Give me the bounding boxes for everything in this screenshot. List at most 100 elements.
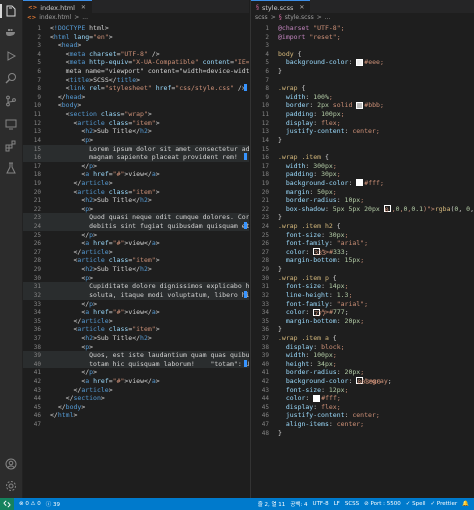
- line-ending[interactable]: LF: [334, 501, 340, 507]
- code-line[interactable]: 36 <article class="item">: [23, 325, 249, 334]
- code-line[interactable]: 20 margin: 50px;: [251, 188, 474, 197]
- search-icon[interactable]: [5, 72, 17, 84]
- code-line[interactable]: 28 margin-bottom: 15px;: [251, 256, 474, 265]
- code-line[interactable]: 35 margin-bottom: 20px;: [251, 317, 474, 326]
- code-line[interactable]: 33 font-family: "arial";: [251, 300, 474, 309]
- code-line[interactable]: 16 .wrap .item {: [251, 153, 474, 162]
- breadcrumb-file[interactable]: index.html: [39, 14, 71, 21]
- account-icon[interactable]: [5, 458, 17, 470]
- code-line[interactable]: 14 <p>: [23, 136, 249, 145]
- code-line[interactable]: 13 <h2>Sub Title</h2>: [23, 127, 249, 136]
- code-line[interactable]: 47 align-items: center;: [251, 420, 474, 429]
- language-mode[interactable]: SCSS: [345, 501, 359, 507]
- tab-style-scss[interactable]: § style.scss ✕: [251, 0, 311, 14]
- code-line[interactable]: 17 </p>: [23, 162, 249, 171]
- code-line[interactable]: 29 <h2>Sub Title</h2>: [23, 265, 249, 274]
- code-line[interactable]: 48}: [251, 429, 474, 438]
- code-line[interactable]: 25 font-size: 30px;: [251, 231, 474, 240]
- code-line[interactable]: 13 justify-content: center;: [251, 127, 474, 136]
- remote-icon[interactable]: [5, 118, 17, 130]
- code-line[interactable]: 44 </section>: [23, 394, 249, 403]
- code-line[interactable]: 42 <a href="#">view</a>: [23, 377, 249, 386]
- code-line[interactable]: 5 background-color: #eee;: [251, 58, 474, 67]
- code-line[interactable]: 30 <p>: [23, 274, 249, 283]
- code-line[interactable]: 7 <title>SCSS</title>: [23, 76, 249, 85]
- code-line[interactable]: 33 </p>: [23, 300, 249, 309]
- code-line[interactable]: 38 <p>: [23, 343, 249, 352]
- code-line[interactable]: 43 font-size: 12px;: [251, 386, 474, 395]
- code-line[interactable]: 36}: [251, 325, 474, 334]
- code-line[interactable]: 11 <section class="wrap">: [23, 110, 249, 119]
- code-line[interactable]: 26 font-family: "arial";: [251, 239, 474, 248]
- code-line[interactable]: 46 </html>: [23, 411, 249, 420]
- bell-icon[interactable]: 🔔: [462, 501, 469, 507]
- breadcrumb-more[interactable]: ...: [82, 14, 88, 21]
- code-line[interactable]: 3: [251, 41, 474, 50]
- code-line[interactable]: 6 meta name="viewport" content="width=de…: [23, 67, 249, 76]
- code-line[interactable]: 45 display: flex;: [251, 403, 474, 412]
- code-line[interactable]: 1 @charset "UTF-8";: [251, 24, 474, 33]
- code-line[interactable]: 23 Quod quasi neque odit cumque dolores.…: [23, 213, 249, 223]
- cursor-position[interactable]: 줄 2, 열 11: [258, 500, 286, 508]
- code-line[interactable]: 39 width: 100px;: [251, 351, 474, 360]
- code-line[interactable]: 35 </article>: [23, 317, 249, 326]
- breadcrumb-file[interactable]: style.scss: [285, 14, 314, 21]
- code-line[interactable]: 19 background-color: #fff;: [251, 179, 474, 188]
- code-line[interactable]: 11 padding: 100px;: [251, 110, 474, 119]
- code-line[interactable]: 10 <body>: [23, 101, 249, 110]
- code-line[interactable]: 21 border-radius: 10px;: [251, 196, 474, 205]
- code-line[interactable]: 2 @import "reset";: [251, 33, 474, 42]
- code-line[interactable]: 27 </article>: [23, 248, 249, 257]
- code-area-right[interactable]: 1 @charset "UTF-8"; 2 @import "reset"; 3 4 bod…: [251, 24, 474, 437]
- code-line[interactable]: 26 <a href="#">view</a>: [23, 239, 249, 248]
- code-line[interactable]: 39 Quos, est iste laudantium quam quas q…: [23, 351, 249, 360]
- docker-icon[interactable]: [5, 26, 17, 38]
- code-line[interactable]: 9 </head>: [23, 93, 249, 102]
- code-area-left[interactable]: 1 <!DOCTYPE html> 2 <html lang="en"> 3 <head…: [23, 24, 249, 429]
- tab-index-html[interactable]: <> index.html ✕: [23, 0, 92, 14]
- code-line[interactable]: 16 magnam sapiente placeat provident rem…: [23, 153, 249, 162]
- close-icon[interactable]: ✕: [81, 4, 86, 11]
- code-line[interactable]: 1 <!DOCTYPE html>: [23, 24, 249, 33]
- test-icon[interactable]: [5, 162, 17, 174]
- code-line[interactable]: 8 <link rel="stylesheet" href="css/style…: [23, 84, 249, 93]
- code-line[interactable]: 22 box-shadow: 5px 5px 20px 0,0,0,0.1)">…: [251, 205, 474, 215]
- code-line[interactable]: 43 </article>: [23, 386, 249, 395]
- code-line[interactable]: 28 <article class="item">: [23, 256, 249, 265]
- code-line[interactable]: 18 <a href="#">view</a>: [23, 170, 249, 179]
- code-line[interactable]: 27 color: 333">#333;: [251, 248, 474, 258]
- code-line[interactable]: 45 </body>: [23, 403, 249, 412]
- code-line[interactable]: 34 color: 777">#777;: [251, 308, 474, 318]
- code-line[interactable]: 15: [251, 145, 474, 154]
- source-control-icon[interactable]: [5, 95, 17, 107]
- code-line[interactable]: 46 justify-content: center;: [251, 411, 474, 420]
- live-server-port[interactable]: ⊘ Port : 5500: [364, 501, 401, 507]
- code-line[interactable]: 37 .wrap .item a {: [251, 334, 474, 343]
- code-line[interactable]: 37 <h2>Sub Title</h2>: [23, 334, 249, 343]
- code-line[interactable]: 38 display: block;: [251, 343, 474, 352]
- code-line[interactable]: 41 </p>: [23, 368, 249, 377]
- breadcrumb-more[interactable]: ...: [325, 14, 331, 21]
- settings-icon[interactable]: [5, 480, 17, 492]
- code-line[interactable]: 7: [251, 76, 474, 85]
- code-line[interactable]: 21 <h2>Sub Title</h2>: [23, 196, 249, 205]
- code-line[interactable]: 25 </p>: [23, 231, 249, 240]
- spell-check[interactable]: ✓ Spell: [406, 501, 426, 507]
- explorer-icon[interactable]: [5, 5, 17, 17]
- code-line[interactable]: 17 width: 300px;: [251, 162, 474, 171]
- code-line[interactable]: 8 .wrap {: [251, 84, 474, 93]
- code-line[interactable]: 19 </article>: [23, 179, 249, 188]
- code-line[interactable]: 34 <a href="#">view</a>: [23, 308, 249, 317]
- code-line[interactable]: 15 Lorem ipsum dolor sit amet consectetu…: [23, 144, 249, 154]
- code-line[interactable]: 31 Cupiditate dolore dignissimos explica…: [23, 282, 249, 291]
- code-line[interactable]: 14}: [251, 136, 474, 145]
- prettier-status[interactable]: ✓ Prettier: [431, 501, 458, 507]
- breadcrumb-folder[interactable]: scss: [255, 14, 268, 21]
- code-line[interactable]: 40 height: 34px;: [251, 360, 474, 369]
- code-line[interactable]: 41 border-radius: 20px;: [251, 368, 474, 377]
- problems-count[interactable]: ⊗ 0 ⚠ 0: [19, 501, 41, 507]
- code-line[interactable]: 10 border: 2px solid #bbb;: [251, 101, 474, 110]
- code-line[interactable]: 5 <meta http-equiv="X-UA-Compatible" con…: [23, 58, 249, 67]
- info-count[interactable]: ⓘ 39: [46, 500, 60, 508]
- code-line[interactable]: 3 <head>: [23, 41, 249, 50]
